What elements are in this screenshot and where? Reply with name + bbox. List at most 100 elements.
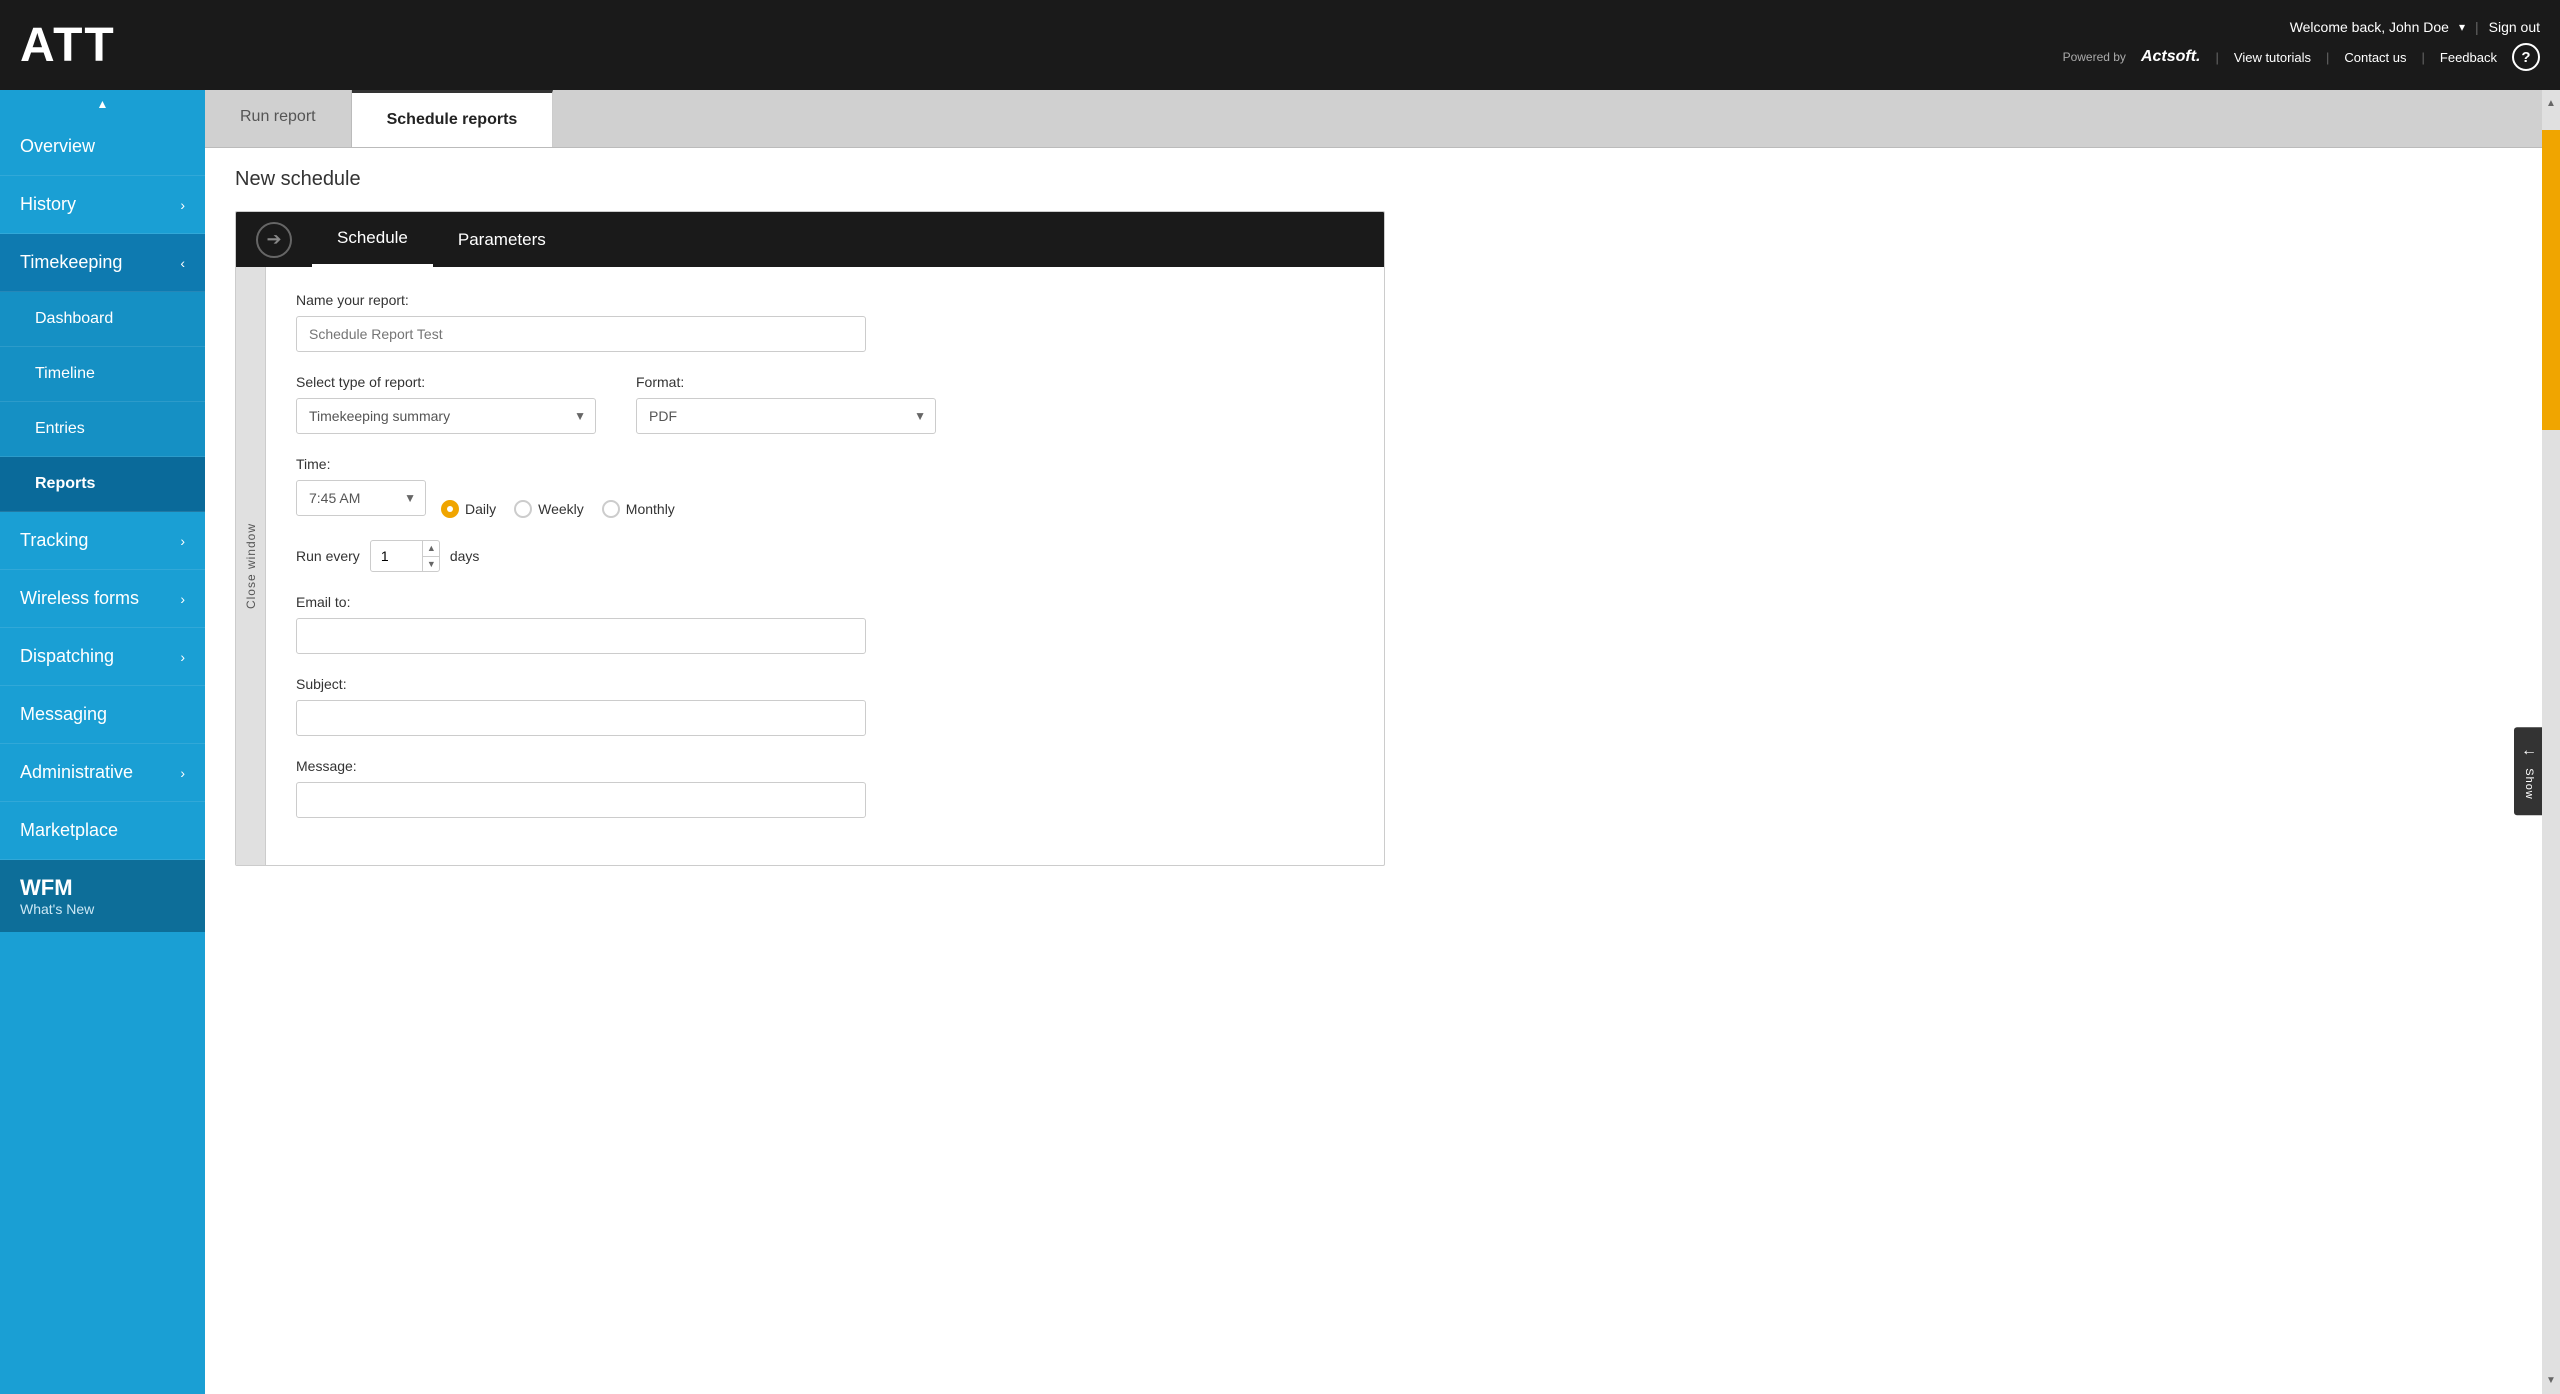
app-logo: ATT [20,18,116,73]
sidebar-item-marketplace-label: Marketplace [20,820,118,841]
time-label: Time: [296,456,1354,472]
format-select-wrapper: PDF Excel CSV ▼ [636,398,936,434]
help-button[interactable]: ? [2512,43,2540,71]
sidebar-item-overview[interactable]: Overview [0,118,205,176]
message-label: Message: [296,758,1354,774]
monthly-radio-button[interactable] [602,500,620,518]
sidebar-item-reports-label: Reports [35,475,95,493]
card-tab-parameters[interactable]: Parameters [433,214,571,266]
stepper-down-arrow[interactable]: ▼ [423,557,440,573]
sidebar-item-dispatching-label: Dispatching [20,646,114,667]
sign-out-link[interactable]: Sign out [2489,19,2540,35]
format-col: Format: PDF Excel CSV ▼ [636,374,936,434]
tab-run-report[interactable]: Run report [205,90,352,147]
user-dropdown-arrow[interactable]: ▾ [2459,20,2465,34]
chevron-right-icon: › [180,533,185,549]
sidebar-bottom: WFM What's New [0,860,205,932]
name-report-label: Name your report: [296,292,1354,308]
chevron-right-icon: › [180,197,185,213]
sidebar-item-tracking[interactable]: Tracking › [0,512,205,570]
header-bottom-row: Powered by Actsoft. | View tutorials | C… [2063,43,2540,71]
format-select[interactable]: PDF Excel CSV [636,398,936,434]
subject-input[interactable] [296,700,866,736]
sidebar-item-timekeeping[interactable]: Timekeeping ‹ [0,234,205,292]
contact-us-link[interactable]: Contact us [2344,50,2406,65]
divider: | [2475,19,2479,35]
scroll-down-arrow[interactable]: ▼ [2542,1375,2560,1386]
run-every-row: Run every ▲ ▼ days [296,540,1354,572]
frequency-weekly-option[interactable]: Weekly [514,500,584,518]
show-panel-text: Show [2523,768,2535,800]
time-section: Time: 7:45 AM 8:00 AM ▼ [296,456,1354,518]
sidebar: ▲ Overview History › Timekeeping ‹ Dashb… [0,90,205,1394]
welcome-text: Welcome back, John Doe [2290,19,2449,35]
card-body-wrapper: Close window Name your report: Select ty… [236,267,1384,865]
card-body: Name your report: Select type of report:… [266,267,1384,865]
chevron-down-icon: ‹ [180,255,185,271]
sidebar-item-timeline[interactable]: Timeline [0,347,205,402]
show-panel-button[interactable]: ← Show [2514,727,2542,815]
sidebar-item-tracking-label: Tracking [20,530,88,551]
email-group: Email to: [296,594,1354,654]
sidebar-item-administrative[interactable]: Administrative › [0,744,205,802]
sidebar-item-entries[interactable]: Entries [0,402,205,457]
scroll-up-arrow[interactable]: ▲ [2542,98,2560,109]
content-area: Run report Schedule reports ← Show New s… [205,90,2542,1394]
wfm-title: WFM [20,875,185,901]
view-tutorials-link[interactable]: View tutorials [2234,50,2311,65]
scroll-track[interactable]: ▲ ▼ [2542,90,2560,1394]
sidebar-item-history[interactable]: History › [0,176,205,234]
top-header: ATT Welcome back, John Doe ▾ | Sign out … [0,0,2560,90]
scroll-thumb[interactable] [2542,130,2560,430]
card-tab-schedule[interactable]: Schedule [312,212,433,267]
run-every-label: Run every [296,548,360,564]
tab-schedule-reports[interactable]: Schedule reports [352,90,554,147]
tabs-bar: Run report Schedule reports [205,90,2542,148]
stepper-up-arrow[interactable]: ▲ [423,540,440,557]
sidebar-item-wireless-forms[interactable]: Wireless forms › [0,570,205,628]
daily-label: Daily [465,501,496,517]
report-type-label: Select type of report: [296,374,596,390]
sidebar-item-dispatching[interactable]: Dispatching › [0,628,205,686]
close-window-button[interactable]: Close window [236,267,266,865]
sidebar-item-entries-label: Entries [35,420,85,438]
chevron-right-icon: › [180,649,185,665]
run-every-stepper: ▲ ▼ [370,540,440,572]
sidebar-item-overview-label: Overview [20,136,95,157]
subject-label: Subject: [296,676,1354,692]
frequency-radio-group: Daily Weekly Monthly [441,478,675,518]
powered-by-label: Powered by [2063,50,2126,64]
frequency-monthly-option[interactable]: Monthly [602,500,675,518]
sidebar-item-timekeeping-label: Timekeeping [20,252,122,273]
sidebar-item-dashboard[interactable]: Dashboard [0,292,205,347]
schedule-nav-icon[interactable]: ➔ [256,222,292,258]
whats-new-label: What's New [20,901,185,917]
time-select-wrapper: 7:45 AM 8:00 AM ▼ [296,480,426,516]
sidebar-item-marketplace[interactable]: Marketplace [0,802,205,860]
sidebar-item-reports[interactable]: Reports [0,457,205,512]
report-type-format-row: Select type of report: Timekeeping summa… [296,374,1354,434]
close-window-label: Close window [244,523,258,609]
report-type-select[interactable]: Timekeeping summary Daily summary Weekly… [296,398,596,434]
subject-group: Subject: [296,676,1354,736]
chevron-right-icon: › [180,591,185,607]
report-type-select-wrapper: Timekeeping summary Daily summary Weekly… [296,398,596,434]
sidebar-item-timeline-label: Timeline [35,365,95,383]
name-report-input[interactable] [296,316,866,352]
show-panel-arrow-icon: ← [2521,742,2537,760]
report-type-col: Select type of report: Timekeeping summa… [296,374,596,434]
frequency-daily-option[interactable]: Daily [441,500,496,518]
weekly-label: Weekly [538,501,584,517]
format-label: Format: [636,374,936,390]
sidebar-item-messaging[interactable]: Messaging [0,686,205,744]
sidebar-item-dashboard-label: Dashboard [35,310,113,328]
message-input[interactable] [296,782,866,818]
time-select[interactable]: 7:45 AM 8:00 AM [296,480,426,516]
daily-radio-button[interactable] [441,500,459,518]
page-title: New schedule [235,168,2512,191]
sidebar-item-wireless-forms-label: Wireless forms [20,588,139,609]
email-input[interactable] [296,618,866,654]
feedback-link[interactable]: Feedback [2440,50,2497,65]
sidebar-scroll-up[interactable]: ▲ [0,90,205,118]
weekly-radio-button[interactable] [514,500,532,518]
